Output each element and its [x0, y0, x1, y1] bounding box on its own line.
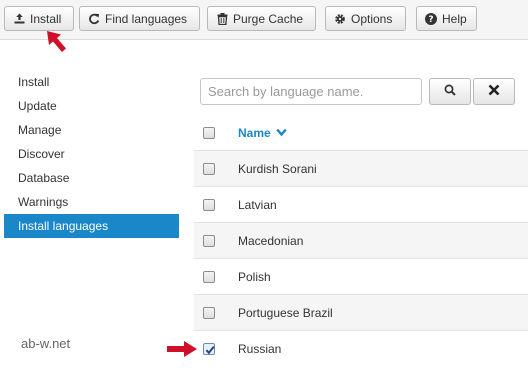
annotation-arrow-russian — [167, 341, 197, 357]
help-button-label: Help — [442, 11, 467, 26]
find-languages-button[interactable]: Find languages — [79, 6, 200, 31]
select-all-checkbox[interactable] — [203, 127, 215, 139]
row-checkbox[interactable] — [203, 234, 215, 247]
row-checkbox[interactable] — [203, 162, 215, 175]
sidebar-item-warnings[interactable]: Warnings — [4, 190, 179, 214]
trash-icon — [216, 12, 228, 25]
name-column-label: Name — [238, 126, 271, 140]
sidebar-item-install[interactable]: Install — [4, 70, 179, 94]
table-row: Macedonian — [194, 222, 528, 258]
row-checkbox-checked[interactable] — [203, 342, 215, 355]
sidebar-item-discover[interactable]: Discover — [4, 142, 179, 166]
annotation-arrow-install — [47, 31, 66, 52]
row-checkbox[interactable] — [203, 270, 215, 283]
watermark: ab-w.net — [21, 336, 71, 351]
purge-cache-button[interactable]: Purge Cache — [207, 6, 316, 31]
row-checkbox[interactable] — [203, 306, 215, 319]
options-button-label: Options — [351, 11, 393, 26]
search-icon — [444, 84, 456, 99]
table-row: Polish — [194, 258, 528, 294]
purge-cache-button-label: Purge Cache — [233, 11, 304, 26]
languages-table: Name Kurdish Sorani Latvian Macedonian P… — [194, 116, 528, 366]
svg-text:?: ? — [428, 15, 433, 25]
language-name: Macedonian — [238, 233, 304, 248]
sidebar-item-update[interactable]: Update — [4, 94, 179, 118]
help-button[interactable]: ? Help — [416, 6, 477, 31]
search-button[interactable] — [429, 78, 471, 105]
checkmark-icon — [205, 345, 215, 354]
row-checkbox[interactable] — [203, 198, 215, 211]
clear-search-button[interactable] — [473, 78, 515, 105]
search-input[interactable] — [200, 78, 422, 105]
language-name: Kurdish Sorani — [238, 161, 317, 176]
table-row: Kurdish Sorani — [194, 150, 528, 186]
find-languages-button-label: Find languages — [105, 11, 188, 26]
options-button[interactable]: Options — [325, 6, 406, 31]
gear-icon — [334, 13, 346, 25]
install-button-label: Install — [30, 11, 62, 26]
language-name: Portuguese Brazil — [238, 305, 333, 320]
close-icon — [488, 84, 500, 99]
table-header-row: Name — [194, 116, 528, 150]
refresh-icon — [88, 13, 100, 25]
chevron-down-icon — [271, 126, 287, 140]
table-row: Latvian — [194, 186, 528, 222]
question-circle-icon: ? — [425, 12, 437, 25]
language-name: Latvian — [238, 197, 277, 212]
upload-icon — [13, 13, 25, 25]
sort-by-name-header[interactable]: Name — [238, 126, 287, 140]
sidebar-item-database[interactable]: Database — [4, 166, 179, 190]
toolbar: Install Find languages Purge Cache Optio… — [0, 0, 528, 40]
language-name: Polish — [238, 269, 271, 284]
sidebar-item-install-languages[interactable]: Install languages — [4, 214, 179, 238]
table-row: Portuguese Brazil — [194, 294, 528, 330]
sidebar: Install Update Manage Discover Database … — [4, 70, 179, 238]
language-name: Russian — [238, 341, 282, 356]
sidebar-item-manage[interactable]: Manage — [4, 118, 179, 142]
table-row: Russian — [194, 330, 528, 366]
